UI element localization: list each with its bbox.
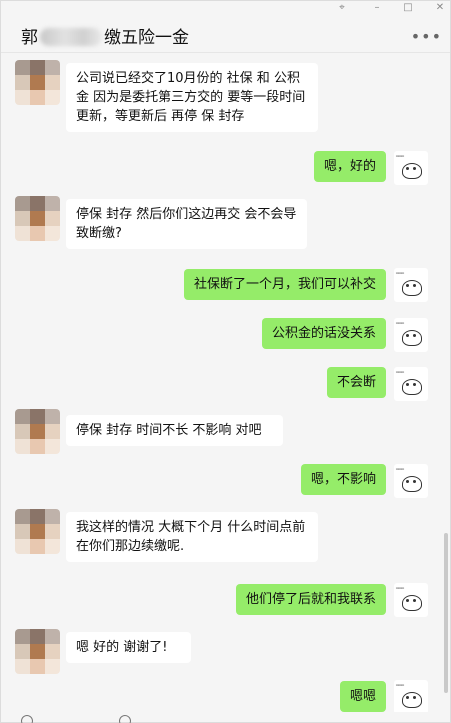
self-avatar[interactable]: ═══ (394, 464, 428, 498)
more-icon[interactable]: ••• (411, 27, 442, 46)
maximize-icon[interactable]: □ (401, 2, 415, 14)
self-avatar[interactable]: ═══ (394, 268, 428, 302)
chat-header: 郭 缴五险一金 ••• (1, 17, 450, 53)
message-bubble[interactable]: 嗯嗯 (339, 681, 386, 712)
contact-avatar[interactable] (15, 629, 60, 674)
message-bubble[interactable]: 社保断了一个月，我们可以补交 (183, 269, 386, 300)
self-avatar[interactable]: ═══ (394, 583, 428, 617)
redacted-name (40, 28, 102, 46)
message-bubble[interactable]: 公积金的话没关系 (261, 318, 386, 349)
message-bubble[interactable]: 我这样的情况 大概下个月 什么时间点前 在你们那边续缴呢. (66, 512, 318, 562)
input-toolbar (1, 712, 450, 723)
self-avatar[interactable]: ═══ (394, 680, 428, 712)
close-icon[interactable]: ✕ (433, 2, 447, 14)
contact-avatar[interactable] (15, 409, 60, 454)
message-bubble[interactable]: 他们停了后就和我联系 (235, 584, 386, 615)
chat-title-prefix: 郭 (21, 28, 38, 48)
message-list[interactable]: 公司说已经交了10月份的 社保 和 公积金 因为是委托第三方交的 要等一段时间 … (1, 53, 450, 712)
message-bubble[interactable]: 停保 封存 时间不长 不影响 对吧 (66, 415, 283, 446)
message-bubble[interactable]: 停保 封存 然后你们这边再交 会不会导致断缴? (66, 199, 307, 249)
window-titlebar: ⌖ – □ ✕ (1, 1, 450, 17)
emoji-icon[interactable] (21, 715, 33, 723)
contact-avatar[interactable] (15, 196, 60, 241)
message-bubble[interactable]: 公司说已经交了10月份的 社保 和 公积金 因为是委托第三方交的 要等一段时间 … (66, 63, 318, 132)
folder-icon[interactable] (119, 715, 131, 723)
message-bubble[interactable]: 不会断 (326, 367, 386, 398)
message-bubble[interactable]: 嗯，不影响 (300, 464, 386, 495)
self-avatar[interactable]: ═══ (394, 367, 428, 401)
scrollbar[interactable] (444, 533, 448, 693)
chat-title: 郭 缴五险一金 (21, 23, 189, 48)
self-avatar[interactable]: ═══ (394, 318, 428, 352)
pin-icon[interactable]: ⌖ (335, 2, 349, 14)
chat-title-suffix: 缴五险一金 (104, 28, 189, 48)
message-bubble[interactable]: 嗯 好的 谢谢了! (66, 632, 191, 663)
contact-avatar[interactable] (15, 509, 60, 554)
self-avatar[interactable]: ═══ (394, 151, 428, 185)
minimize-icon[interactable]: – (370, 2, 384, 14)
message-bubble[interactable]: 嗯，好的 (313, 151, 386, 182)
contact-avatar[interactable] (15, 60, 60, 105)
